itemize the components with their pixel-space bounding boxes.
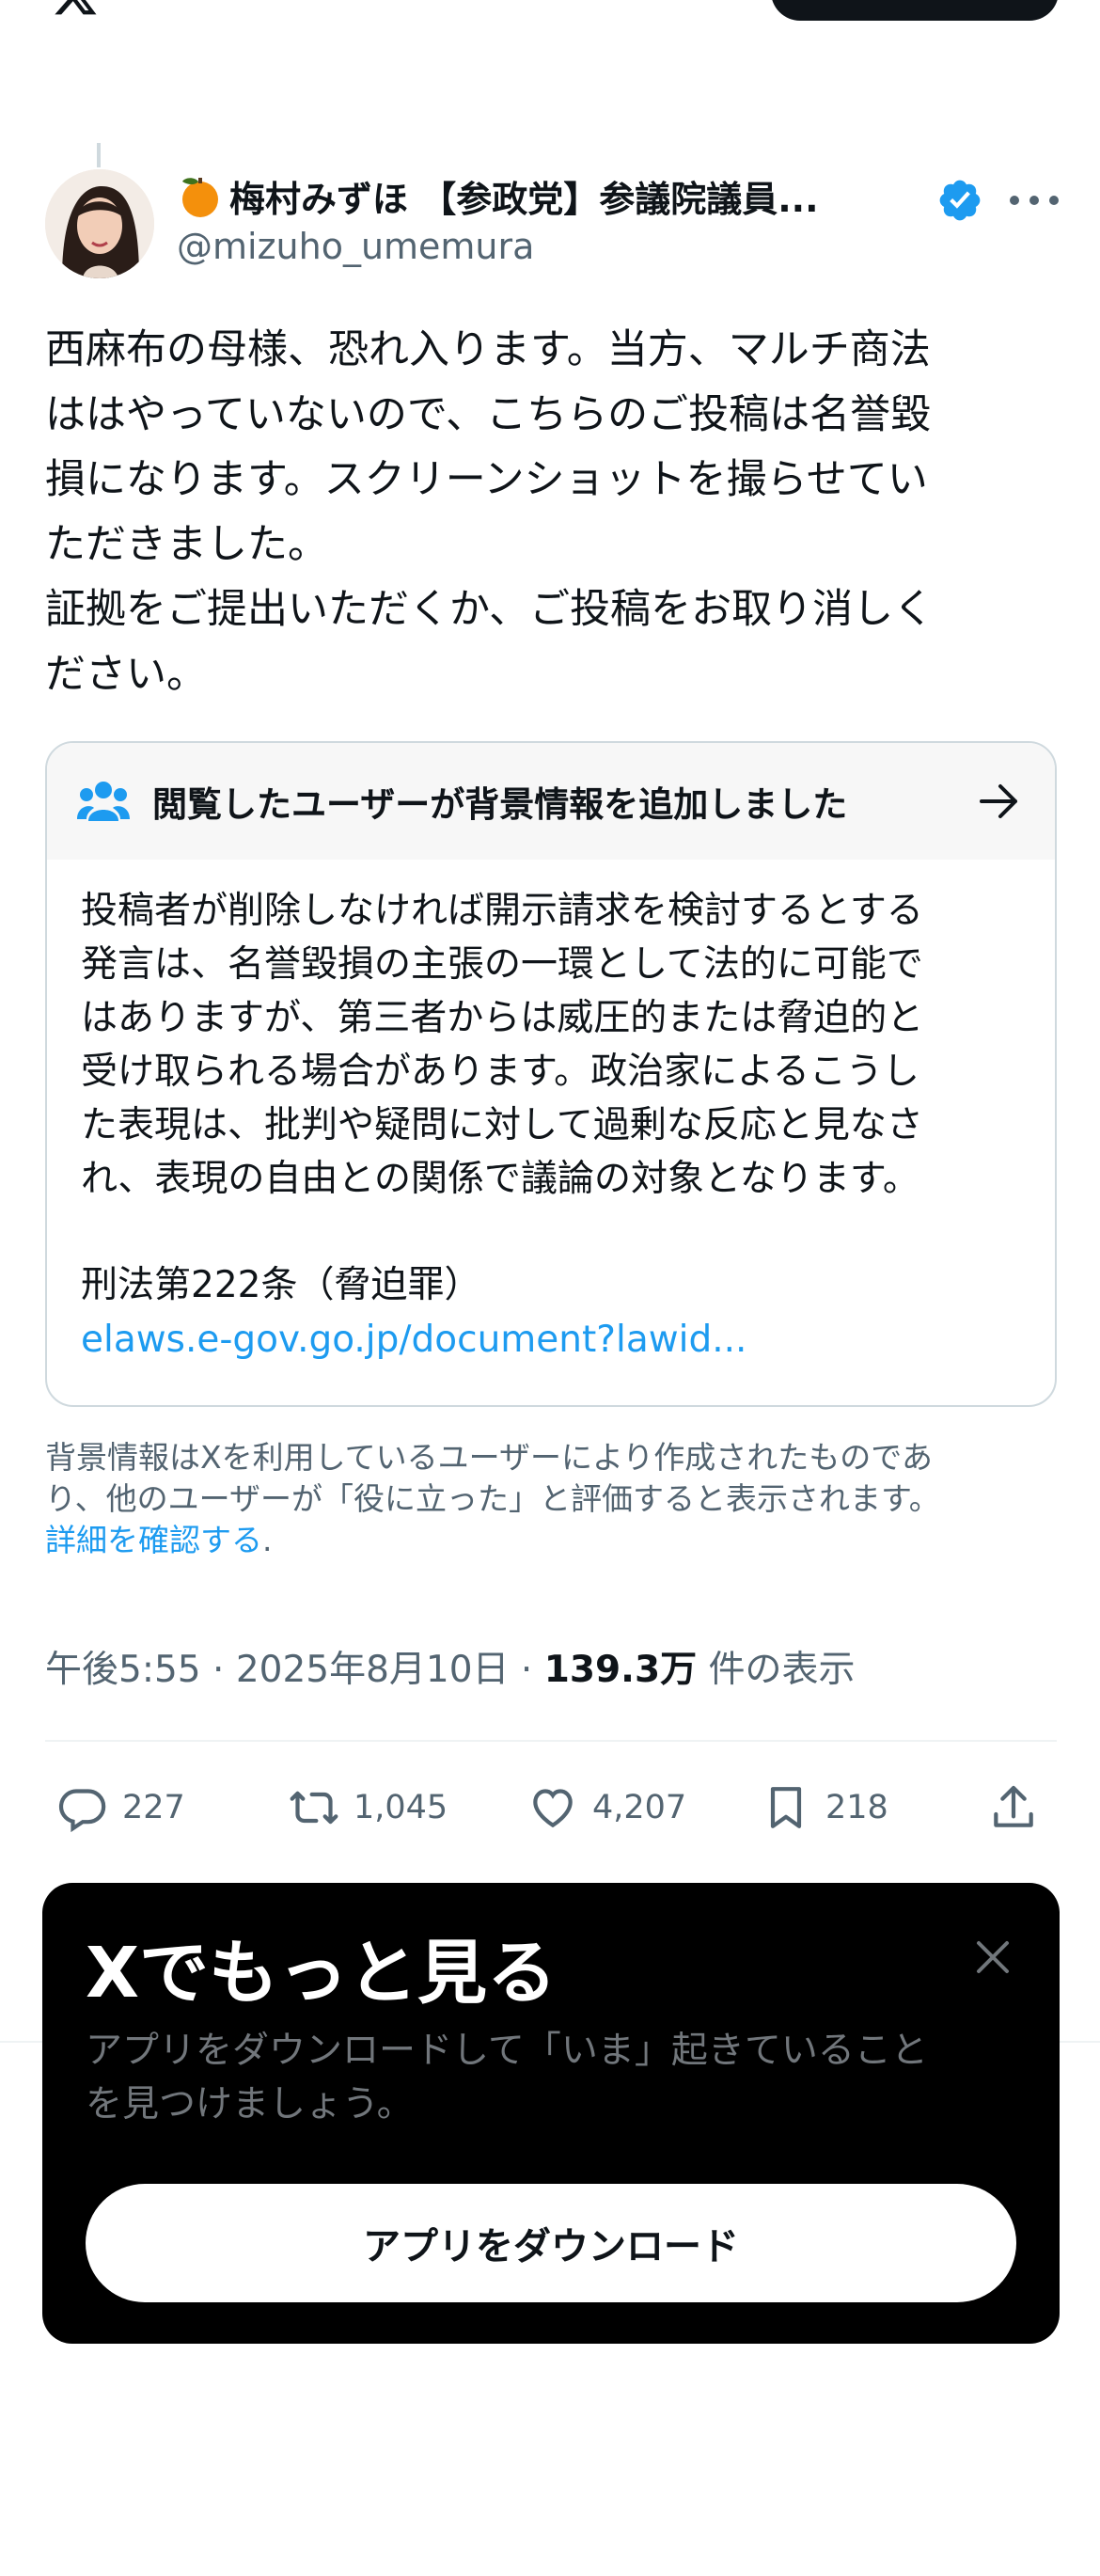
meta-separator: · bbox=[520, 1649, 533, 1691]
close-icon[interactable] bbox=[971, 1936, 1014, 1979]
repost-count: 1,045 bbox=[354, 1789, 448, 1826]
views-count: 139.3万 bbox=[543, 1649, 698, 1691]
tweet-date[interactable]: 2025年8月10日 bbox=[236, 1649, 510, 1691]
heart-icon bbox=[533, 1789, 573, 1828]
community-note[interactable]: 閲覧したユーザーが背景情報を追加しました 投稿者が削除しなければ開示請求を検討す… bbox=[45, 741, 1057, 1407]
share-icon bbox=[994, 1785, 1033, 1827]
top-bar bbox=[0, 0, 1100, 38]
top-login-button[interactable] bbox=[771, 0, 1059, 21]
views-label: 件の表示 bbox=[708, 1649, 856, 1691]
x-logo-icon[interactable] bbox=[45, 0, 105, 19]
bookmark-count: 218 bbox=[825, 1789, 888, 1826]
repost-button[interactable]: 1,045 bbox=[288, 1778, 448, 1838]
reply-count: 227 bbox=[122, 1789, 185, 1826]
action-bar: 227 1,045 4,207 218 bbox=[56, 1778, 1053, 1838]
repost-icon bbox=[290, 1791, 338, 1825]
thread-line bbox=[97, 143, 101, 167]
app-promo-sheet: Xでもっと見る アプリをダウンロードして「いま」起きていること を見つけましょう… bbox=[42, 1883, 1060, 2344]
author-handle[interactable]: @mizuho_umemura bbox=[177, 226, 534, 267]
orange-emoji-icon bbox=[182, 178, 218, 217]
author-display-name[interactable]: 梅村みずほ 【参政党】参議院議員... bbox=[229, 170, 819, 222]
like-count: 4,207 bbox=[592, 1789, 687, 1826]
community-note-title: 閲覧したユーザーが背景情報を追加しました bbox=[152, 784, 848, 825]
community-note-footer: 背景情報はXを利用しているユーザーにより作成されたものであ り、他のユーザーが「… bbox=[45, 1437, 1061, 1561]
community-note-header[interactable]: 閲覧したユーザーが背景情報を追加しました bbox=[47, 743, 1055, 860]
download-app-button[interactable]: アプリをダウンロード bbox=[86, 2184, 1016, 2302]
community-note-law: 刑法第222条（脅迫罪） bbox=[81, 1264, 481, 1306]
sheet-subtitle: アプリをダウンロードして「いま」起きていること を見つけましょう。 bbox=[86, 2030, 928, 2126]
footer-period: . bbox=[262, 1522, 273, 1558]
learn-more-link[interactable]: 詳細を確認する bbox=[45, 1522, 262, 1558]
author-name-row[interactable]: 梅村みずほ 【参政党】参議院議員... bbox=[177, 169, 1023, 222]
verified-badge-icon[interactable] bbox=[936, 177, 983, 224]
people-icon bbox=[77, 782, 130, 821]
community-note-footer-text: 背景情報はXを利用しているユーザーにより作成されたものであ り、他のユーザーが「… bbox=[45, 1439, 940, 1517]
tweet-time[interactable]: 午後5:55 bbox=[45, 1649, 201, 1691]
share-button[interactable] bbox=[987, 1778, 1053, 1838]
community-note-link[interactable]: elaws.e-gov.go.jp/document?lawid... bbox=[81, 1313, 746, 1367]
reply-button[interactable]: 227 bbox=[56, 1778, 185, 1838]
avatar[interactable] bbox=[45, 169, 154, 278]
bookmark-icon bbox=[770, 1787, 802, 1828]
bookmark-button[interactable]: 218 bbox=[760, 1778, 888, 1838]
arrow-right-icon[interactable] bbox=[978, 781, 1021, 822]
like-button[interactable]: 4,207 bbox=[526, 1778, 686, 1838]
divider bbox=[45, 1740, 1057, 1742]
community-note-body: 投稿者が削除しなければ開示請求を検討するとする 発言は、名誉毀損の主張の一環とし… bbox=[81, 890, 924, 1200]
meta-separator: · bbox=[212, 1649, 225, 1691]
sheet-title: Xでもっと見る bbox=[86, 1933, 558, 2014]
reply-icon bbox=[59, 1789, 106, 1833]
tweet-meta: 午後5:55 · 2025年8月10日 · 139.3万 件の表示 bbox=[45, 1640, 856, 1693]
more-options-icon[interactable] bbox=[1010, 184, 1059, 216]
tweet-text: 西麻布の母様、恐れ入ります。当方、マルチ商法 ははやっていないので、こちらのご投… bbox=[45, 326, 935, 698]
